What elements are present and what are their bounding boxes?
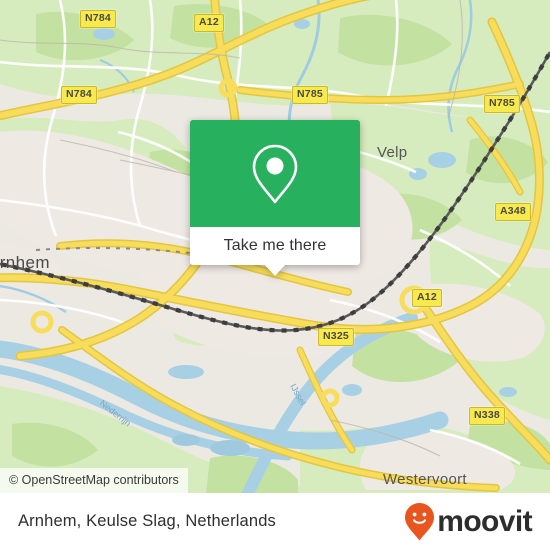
moovit-wordmark: moovit [437,504,532,538]
road-shield[interactable]: N338 [469,407,505,425]
road-shield[interactable]: A348 [495,203,531,221]
moovit-logo[interactable]: moovit [404,502,533,542]
map-canvas[interactable]: N784 A12 N785 N785 N784 A348 A12 N325 N3… [0,0,550,493]
take-me-there-label: Take me there [223,237,327,254]
moovit-location-card: N784 A12 N785 N785 N784 A348 A12 N325 N3… [0,0,550,550]
moovit-smiley-pin-icon [405,502,435,540]
card-action-area[interactable]: Take me there [190,227,360,276]
road-shield[interactable]: A12 [194,14,224,32]
map-attribution[interactable]: © OpenStreetMap contributors [0,468,188,493]
map-pin-icon [252,144,298,203]
road-shield[interactable]: N785 [484,95,520,113]
card-pointer-tail [264,264,286,276]
footer-bar: Arnhem, Keulse Slag, Netherlands moovit [0,493,550,550]
road-shield[interactable]: A12 [412,289,442,307]
location-popup-card[interactable]: Take me there [190,120,360,276]
road-shield[interactable]: N784 [61,86,97,104]
road-shield[interactable]: N784 [80,10,116,28]
road-shield[interactable]: N325 [318,328,354,346]
location-title: Arnhem, Keulse Slag, Netherlands [18,512,276,530]
road-shield[interactable]: N785 [292,86,328,104]
card-icon-area [190,120,360,227]
